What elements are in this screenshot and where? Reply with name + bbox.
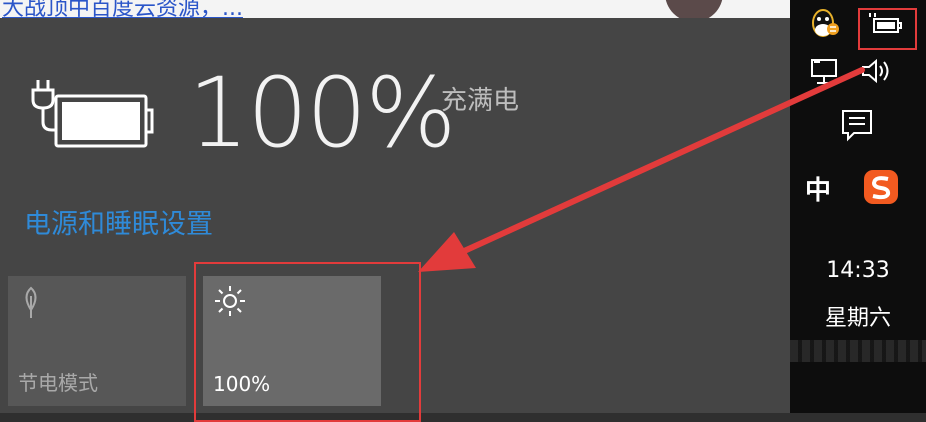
background-avatar [665, 0, 723, 18]
annotation-box-brightness-tile [194, 262, 421, 422]
leaf-icon [25, 286, 37, 318]
volume-icon[interactable] [860, 56, 896, 86]
power-sleep-settings-link[interactable]: 电源和睡眠设置 [24, 202, 213, 241]
network-icon[interactable] [808, 56, 844, 88]
battery-status: 充满电 [441, 86, 520, 116]
battery-percentage: 100% [188, 57, 456, 169]
plugged-battery-icon [31, 80, 154, 148]
qq-icon[interactable] [808, 6, 842, 40]
sogou-icon[interactable] [862, 168, 900, 206]
taskbar-tray: 中 14:33 星期六 [790, 0, 926, 413]
clock-time[interactable]: 14:33 [790, 258, 926, 283]
battery-saver-tile[interactable]: 节电模式 [8, 276, 186, 406]
clock-weekday[interactable]: 星期六 [790, 300, 926, 332]
background-link[interactable]: 大战顶中百度云资源，... [2, 0, 243, 18]
blurred-area [790, 340, 926, 362]
ime-indicator[interactable]: 中 [805, 170, 831, 207]
background-webpage: 大战顶中百度云资源，... [0, 0, 790, 18]
action-center-icon[interactable] [840, 108, 874, 142]
annotation-box-tray-battery [858, 8, 917, 50]
battery-saver-label: 节电模式 [18, 371, 98, 395]
